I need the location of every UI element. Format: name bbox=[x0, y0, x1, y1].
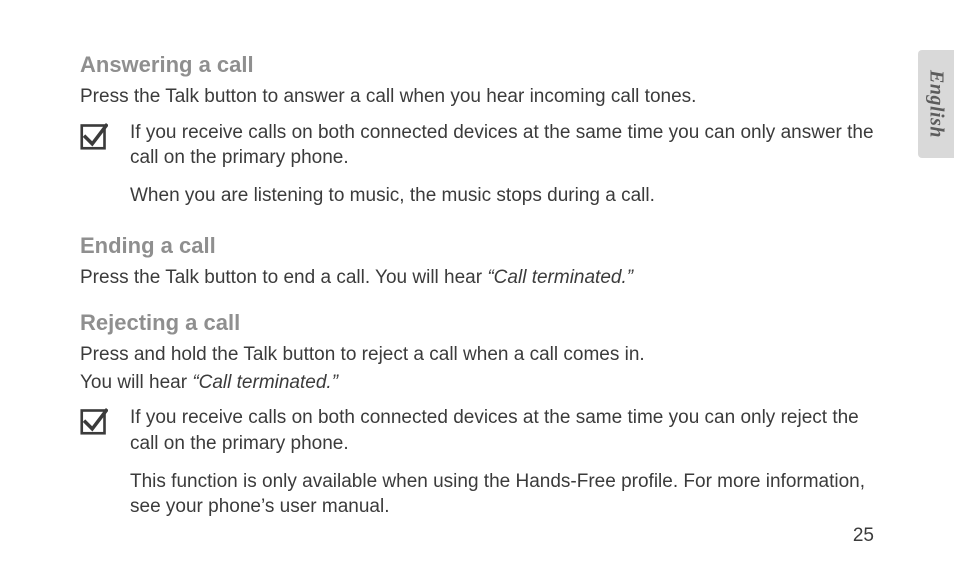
text-rejecting-line1: Press and hold the Talk button to reject… bbox=[80, 342, 874, 368]
note-rejecting-line2: This function is only available when usi… bbox=[130, 469, 874, 520]
note-answering-content: If you receive calls on both connected d… bbox=[130, 120, 874, 215]
language-tab: English bbox=[918, 50, 954, 158]
checkbox-icon bbox=[80, 122, 118, 150]
note-answering-line1: If you receive calls on both connected d… bbox=[130, 120, 874, 171]
text-ending-prefix: Press the Talk button to end a call. You… bbox=[80, 267, 487, 288]
text-answering-body: Press the Talk button to answer a call w… bbox=[80, 84, 874, 110]
language-tab-label: English bbox=[925, 70, 948, 138]
text-rejecting-quote: “Call terminated.” bbox=[192, 372, 338, 393]
text-ending-body: Press the Talk button to end a call. You… bbox=[80, 265, 874, 291]
heading-answering: Answering a call bbox=[80, 52, 874, 78]
note-answering: If you receive calls on both connected d… bbox=[80, 120, 874, 215]
note-answering-line2: When you are listening to music, the mus… bbox=[130, 183, 874, 209]
manual-page: English Answering a call Press the Talk … bbox=[0, 0, 954, 573]
note-rejecting: If you receive calls on both connected d… bbox=[80, 405, 874, 526]
heading-ending: Ending a call bbox=[80, 233, 874, 259]
note-rejecting-line1: If you receive calls on both connected d… bbox=[130, 405, 874, 456]
text-ending-quote: “Call terminated.” bbox=[487, 267, 633, 288]
text-rejecting-line2: You will hear “Call terminated.” bbox=[80, 370, 874, 396]
page-number: 25 bbox=[853, 525, 874, 547]
heading-rejecting: Rejecting a call bbox=[80, 310, 874, 336]
text-rejecting-prefix: You will hear bbox=[80, 372, 192, 393]
checkbox-icon bbox=[80, 407, 118, 435]
note-rejecting-content: If you receive calls on both connected d… bbox=[130, 405, 874, 526]
